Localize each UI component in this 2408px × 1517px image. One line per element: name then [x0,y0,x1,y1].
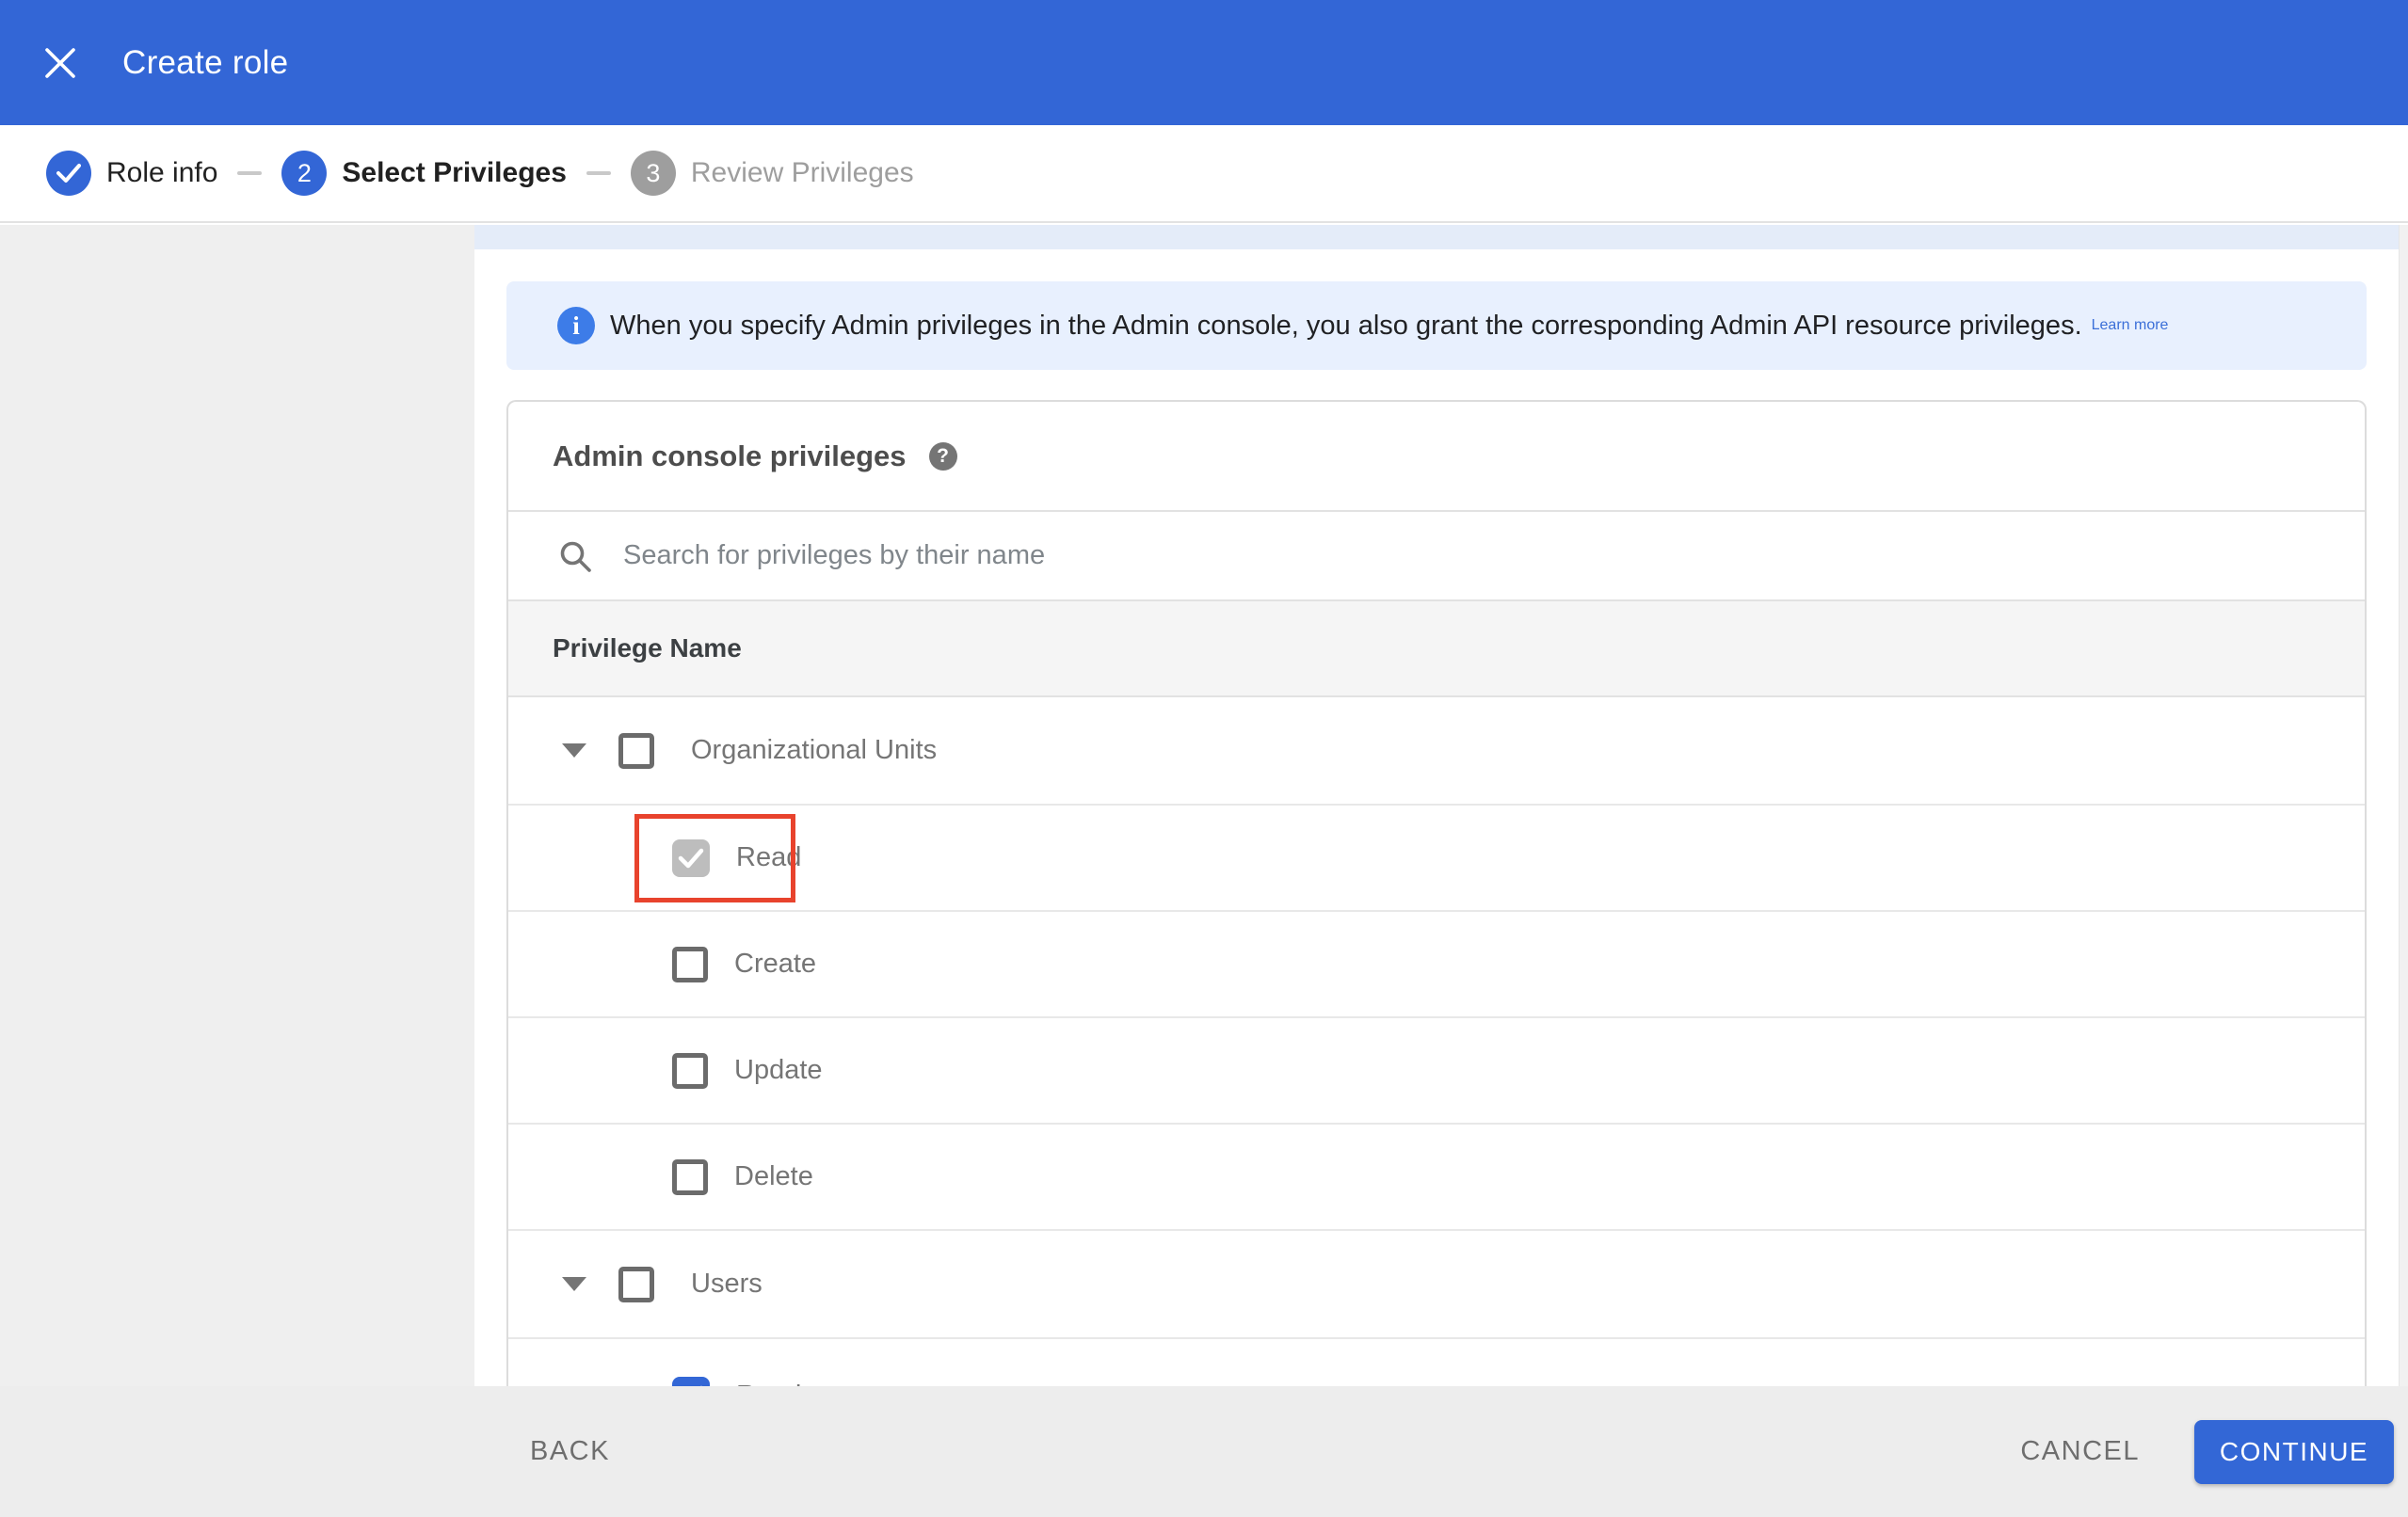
back-button[interactable]: BACK [530,1436,610,1467]
checkbox-delete[interactable] [672,1158,708,1195]
card-title: Admin console privileges [553,439,907,472]
privilege-search-row [508,512,2365,599]
info-banner: i When you specify Admin privileges in t… [506,281,2367,370]
checkbox-create[interactable] [672,946,708,982]
scrolled-banner-remnant [474,225,2399,249]
checkbox-update[interactable] [672,1052,708,1089]
step-complete-check-icon [46,151,91,196]
row-label: Delete [734,1161,813,1191]
info-icon: i [557,307,595,344]
dialog-title: Create role [122,43,289,81]
checkbox-users[interactable] [618,1266,654,1302]
step-label: Select Privileges [342,157,567,188]
step-select-privileges[interactable]: 2 Select Privileges [281,151,567,196]
table-row-update: Update [508,1018,2365,1125]
column-header-label: Privilege Name [553,633,742,663]
table-column-header: Privilege Name [508,599,2365,697]
stepper: Role info 2 Select Privileges 3 Review P… [0,125,2408,223]
learn-more-link[interactable]: Learn more [2092,317,2169,334]
row-label: Create [734,949,817,979]
card-header: Admin console privileges ? [508,402,2365,512]
step-label: Review Privileges [690,157,914,188]
scrollbar[interactable] [2399,225,2408,1386]
collapse-arrow-icon[interactable] [562,743,586,758]
step-connector [586,171,611,175]
step-connector [237,171,263,175]
checkbox-organizational-units[interactable] [618,732,654,769]
step-number-badge: 3 [630,151,676,196]
row-label: Organizational Units [691,735,938,765]
help-question-icon[interactable]: ? [928,441,957,471]
step-label: Role info [106,157,218,188]
table-row-delete: Delete [508,1125,2365,1231]
privileges-card: Admin console privileges ? Privilege Nam… [506,400,2367,1386]
info-banner-text: When you specify Admin privileges in the… [610,310,2082,341]
footer-bar: BACK CANCEL CONTINUE [0,1386,2408,1517]
app-bar: Create role [0,0,2408,125]
step-review-privileges[interactable]: 3 Review Privileges [630,151,914,196]
table-row-users: Users [508,1231,2365,1339]
row-label: Read [736,842,802,872]
row-label: Update [734,1055,823,1085]
row-label: Users [691,1269,763,1299]
table-row-read: Read [508,806,2365,912]
table-row-users-read: Read [508,1339,2365,1386]
step-number-badge: 2 [281,151,328,196]
table-row-organizational-units: Organizational Units [508,697,2365,806]
continue-button[interactable]: CONTINUE [2194,1419,2394,1484]
close-icon[interactable] [30,33,90,93]
content-area: i When you specify Admin privileges in t… [0,225,2408,1386]
table-row-create: Create [508,912,2365,1018]
step-role-info[interactable]: Role info [46,151,217,196]
privilege-search-input[interactable] [621,539,2037,572]
collapse-arrow-icon[interactable] [562,1277,586,1291]
left-panel [0,225,474,1386]
checkbox-users-read-checked[interactable] [672,1377,710,1386]
cancel-button[interactable]: CANCEL [2020,1436,2140,1467]
create-role-dialog: Create role Role info 2 Select Privilege… [0,0,2408,1517]
search-icon [557,538,593,574]
checkbox-read-checked[interactable] [672,838,710,877]
